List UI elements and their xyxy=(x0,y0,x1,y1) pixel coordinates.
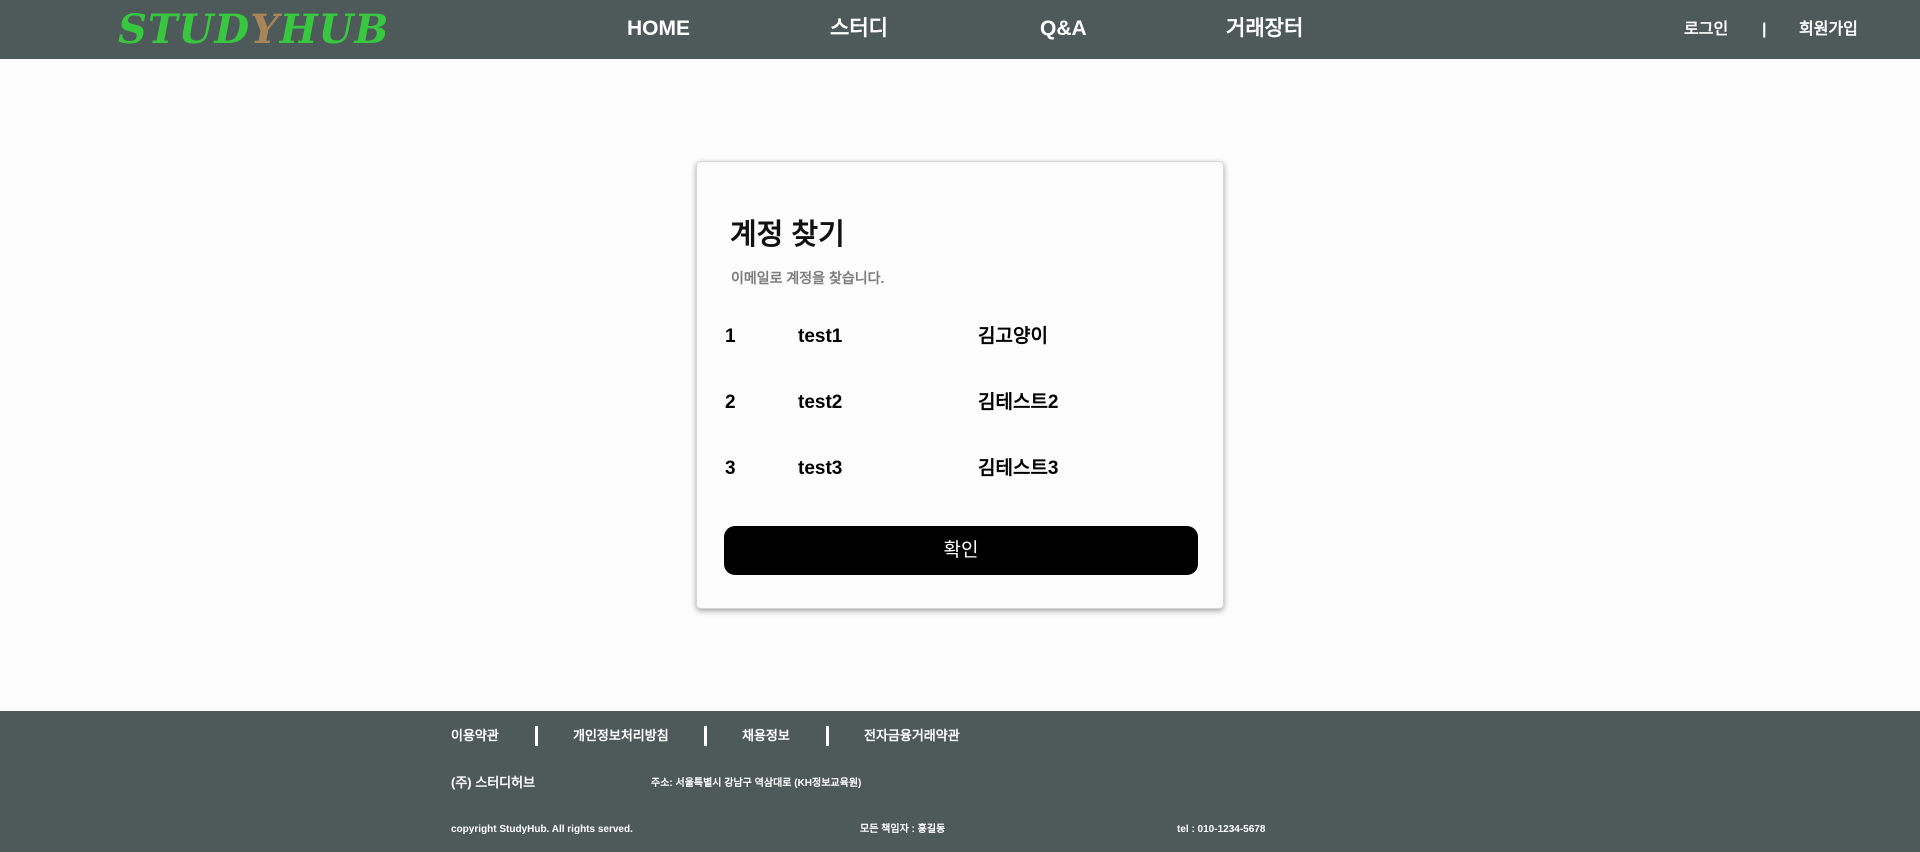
footer-copyright: copyright StudyHub. All rights served. xyxy=(451,824,633,835)
account-row: 3 test3 김테스트3 xyxy=(697,454,1225,484)
logo-text-stud: STUD xyxy=(118,6,251,53)
account-number: 2 xyxy=(725,392,736,413)
account-name: 김테스트2 xyxy=(978,392,1059,413)
footer-link-efinance[interactable]: 전자금융거래약관 xyxy=(864,726,960,746)
footer-divider xyxy=(704,726,707,746)
find-account-card: 계정 찾기 이메일로 계정을 찾습니다. 1 test1 김고양이 2 test… xyxy=(696,161,1224,609)
footer-divider xyxy=(826,726,829,746)
studyhub-logo[interactable]: STUD Y HUB xyxy=(118,8,389,52)
nav-home[interactable]: HOME xyxy=(627,14,690,44)
nav-market[interactable]: 거래장터 xyxy=(1226,14,1303,44)
page-subtitle: 이메일로 계정을 찾습니다. xyxy=(731,270,885,286)
account-row: 1 test1 김고양이 xyxy=(697,322,1225,352)
footer-link-careers[interactable]: 채용정보 xyxy=(742,726,790,746)
confirm-button[interactable]: 확인 xyxy=(724,526,1198,575)
footer-address: 주소: 서울특별시 강남구 역삼대로 (KH정보교육원) xyxy=(651,778,862,789)
footer-link-privacy[interactable]: 개인정보처리방침 xyxy=(573,726,669,746)
account-row: 2 test2 김테스트2 xyxy=(697,388,1225,418)
account-id: test3 xyxy=(798,458,843,479)
footer-manager: 모든 책임자 : 홍길동 xyxy=(860,824,946,835)
top-header: STUD Y HUB HOME 스터디 Q&A 거래장터 로그인 | 회원가입 xyxy=(0,0,1920,59)
account-number: 1 xyxy=(725,326,736,347)
logo-text-y: Y xyxy=(250,6,280,53)
login-link[interactable]: 로그인 xyxy=(1684,18,1728,42)
logo-text-hub: HUB xyxy=(279,6,390,53)
account-name: 김고양이 xyxy=(978,326,1048,347)
account-name: 김테스트3 xyxy=(978,458,1059,479)
signup-link[interactable]: 회원가입 xyxy=(1799,18,1858,42)
auth-divider: | xyxy=(1762,21,1767,38)
account-number: 3 xyxy=(725,458,736,479)
account-id: test2 xyxy=(798,392,843,413)
footer-tel: tel : 010-1234-5678 xyxy=(1177,824,1266,835)
account-id: test1 xyxy=(798,326,843,347)
site-footer: 이용약관 개인정보처리방침 채용정보 전자금융거래약관 (주) 스터디허브 주소… xyxy=(0,711,1920,852)
nav-study[interactable]: 스터디 xyxy=(830,14,888,44)
footer-company-name: (주) 스터디허브 xyxy=(451,775,536,790)
footer-link-terms[interactable]: 이용약관 xyxy=(451,726,499,746)
page-title: 계정 찾기 xyxy=(730,219,845,251)
footer-divider xyxy=(535,726,538,746)
nav-qna[interactable]: Q&A xyxy=(1040,14,1087,44)
